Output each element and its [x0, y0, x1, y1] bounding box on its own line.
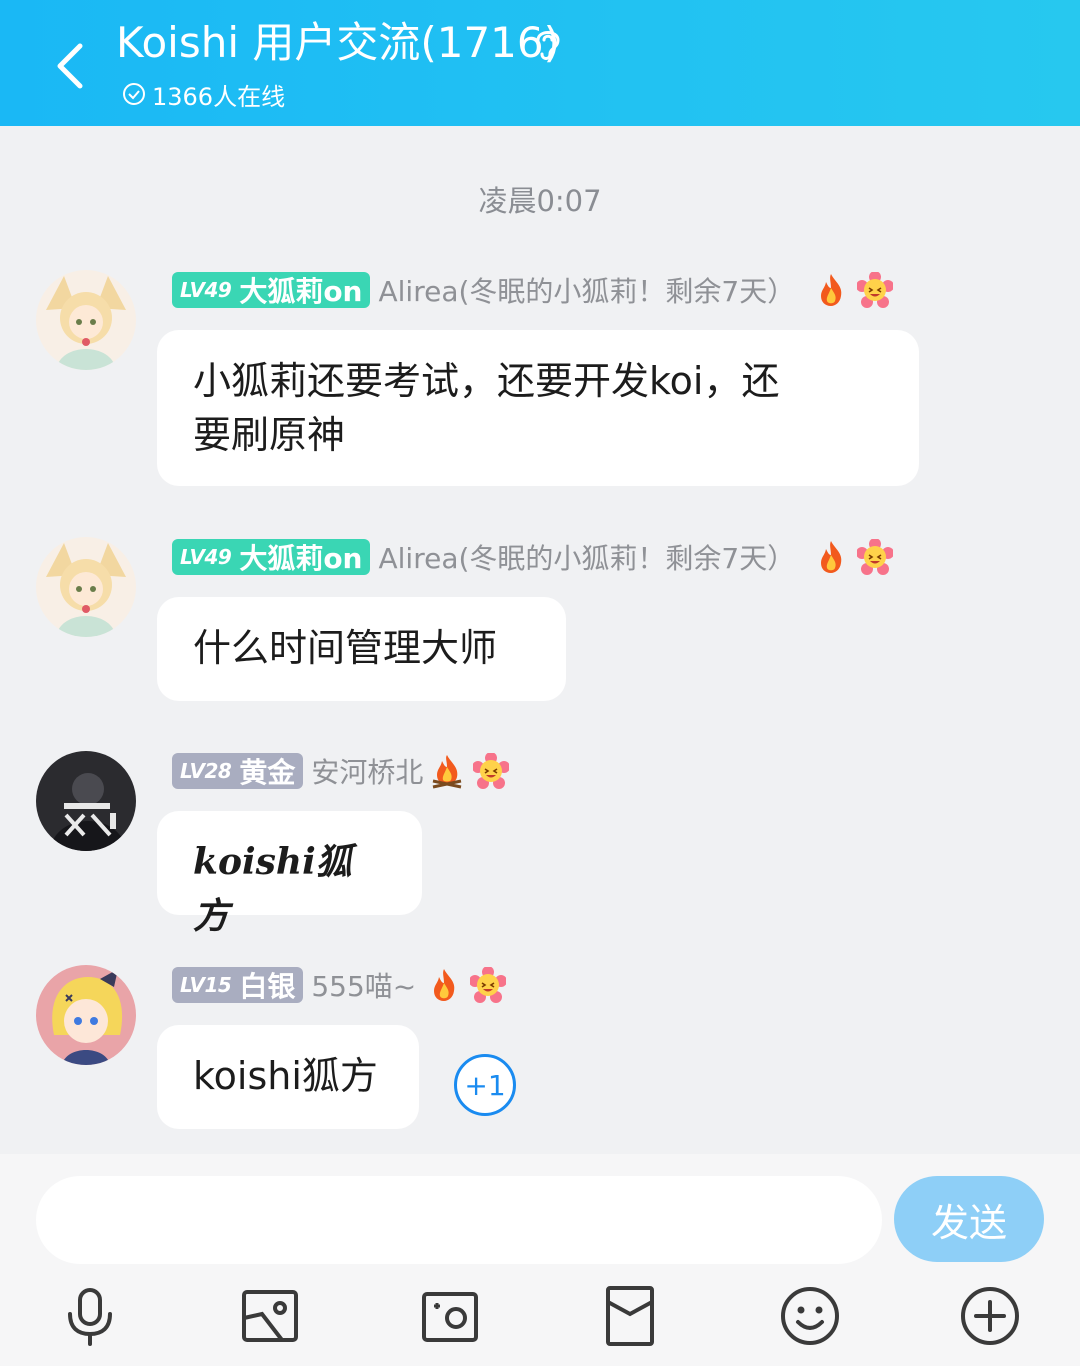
back-button[interactable] — [44, 34, 100, 94]
badge-title: 大狐莉on — [239, 275, 363, 308]
badge-title: 白银 — [239, 970, 296, 1003]
flower-face-icon — [857, 272, 894, 308]
level-badge: LV49 大狐莉on — [172, 539, 371, 575]
sender-meta: LV15 白银 555喵~ — [172, 965, 507, 1005]
badge-title: 黄金 — [239, 756, 296, 789]
level-badge: LV28 黄金 — [172, 753, 304, 789]
group-title[interactable]: Koishi 用户交流(1716) — [116, 16, 560, 70]
avatar[interactable] — [36, 965, 136, 1065]
smile-icon[interactable] — [778, 1284, 842, 1348]
message-text: koishi狐方 — [193, 1054, 378, 1098]
level-label: LV28 — [180, 759, 232, 783]
check-circle-icon — [123, 83, 145, 105]
level-badge: LV15 白银 — [172, 967, 304, 1003]
badge-title: 大狐莉on — [239, 542, 363, 575]
red-packet-icon[interactable] — [598, 1284, 662, 1348]
plus-icon[interactable] — [958, 1284, 1022, 1348]
message-bubble[interactable]: 小狐莉还要考试，还要开发koi，还 要刷原神 — [157, 330, 919, 486]
avatar[interactable] — [36, 751, 136, 851]
fire-icon — [821, 274, 842, 306]
composer-bar: 发送 — [0, 1154, 1080, 1366]
ear-icon[interactable] — [530, 24, 566, 64]
sender-nickname[interactable]: 555喵~ — [311, 965, 416, 1005]
online-status: 1366人在线 — [122, 78, 286, 111]
sender-nickname[interactable]: Alirea(冬眠的小狐莉！剩余7天） — [378, 537, 795, 577]
sender-meta: LV49 大狐莉on Alirea(冬眠的小狐莉！剩余7天） — [172, 270, 894, 310]
send-button[interactable]: 发送 — [894, 1176, 1044, 1262]
message-text: 什么时间管理大师 — [193, 626, 498, 670]
message-bubble[interactable]: 什么时间管理大师 — [157, 597, 566, 701]
camera-icon[interactable] — [418, 1284, 482, 1348]
message-text-line: 要刷原神 — [193, 413, 346, 457]
microphone-icon[interactable] — [58, 1284, 122, 1348]
flower-face-icon — [470, 967, 507, 1003]
sender-nickname[interactable]: Alirea(冬眠的小狐莉！剩余7天） — [378, 270, 795, 310]
sender-nickname[interactable]: 安河桥北 — [311, 751, 423, 791]
online-count: 1366人在线 — [152, 82, 286, 111]
level-label: LV49 — [180, 545, 232, 569]
fire-icon — [434, 969, 455, 1001]
chevron-left-icon — [57, 43, 83, 89]
message-timestamp: 凌晨0:07 — [478, 184, 602, 218]
level-label: LV15 — [180, 973, 232, 997]
message-bubble[interactable]: koishi狐方 — [157, 811, 422, 937]
message-bubble[interactable]: koishi狐方 — [157, 1025, 419, 1129]
image-icon[interactable] — [238, 1284, 302, 1348]
flower-face-icon — [473, 753, 510, 789]
avatar[interactable] — [36, 537, 136, 637]
plus-one-button[interactable]: +1 — [454, 1054, 516, 1116]
fire-icon — [821, 541, 842, 573]
flower-face-icon — [857, 539, 894, 575]
sender-meta: LV49 大狐莉on Alirea(冬眠的小狐莉！剩余7天） — [172, 537, 894, 577]
sender-meta: LV28 黄金 安河桥北 — [172, 751, 510, 791]
avatar[interactable] — [36, 270, 136, 370]
message-text: koishi狐方 — [193, 841, 352, 937]
message-text-line: 小狐莉还要考试，还要开发koi，还 — [193, 359, 780, 403]
level-badge: LV49 大狐莉on — [172, 272, 371, 308]
chat-header: Koishi 用户交流(1716) 1366人在线 — [0, 0, 1080, 126]
bonfire-icon — [433, 755, 462, 789]
message-input[interactable] — [36, 1176, 882, 1264]
level-label: LV49 — [180, 278, 232, 302]
